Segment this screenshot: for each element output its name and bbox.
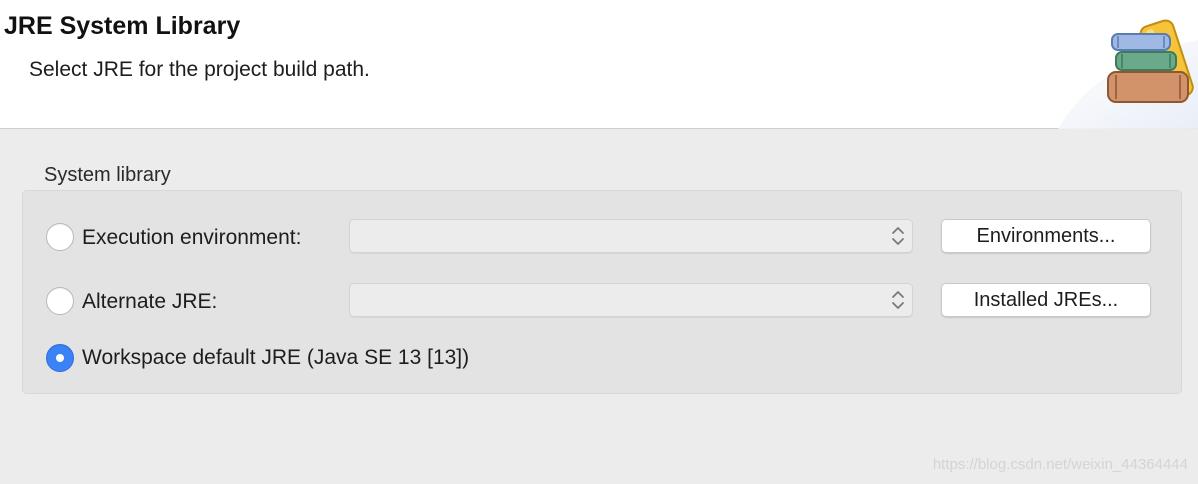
environments-button[interactable]: Environments...	[941, 219, 1151, 253]
chevron-up-down-icon	[892, 291, 904, 309]
page-description: Select JRE for the project build path.	[29, 58, 370, 81]
alternate-jre-combo[interactable]	[349, 283, 913, 317]
execution-environment-label: Execution environment:	[82, 226, 302, 249]
workspace-default-jre-radio[interactable]	[46, 344, 74, 372]
execution-environment-combo[interactable]	[349, 219, 913, 253]
installed-jres-button[interactable]: Installed JREs...	[941, 283, 1151, 317]
wizard-header: JRE System Library Select JRE for the pr…	[0, 0, 1198, 129]
watermark: https://blog.csdn.net/weixin_44364444	[932, 456, 1188, 473]
system-library-label: System library	[44, 164, 171, 186]
workspace-default-jre-label: Workspace default JRE (Java SE 13 [13])	[82, 346, 470, 369]
alternate-jre-label: Alternate JRE:	[82, 290, 218, 313]
chevron-up-down-icon	[892, 227, 904, 245]
page-title: JRE System Library	[4, 12, 241, 40]
alternate-jre-radio[interactable]	[46, 287, 74, 315]
execution-environment-radio[interactable]	[46, 223, 74, 251]
library-books-icon	[1058, 19, 1198, 129]
